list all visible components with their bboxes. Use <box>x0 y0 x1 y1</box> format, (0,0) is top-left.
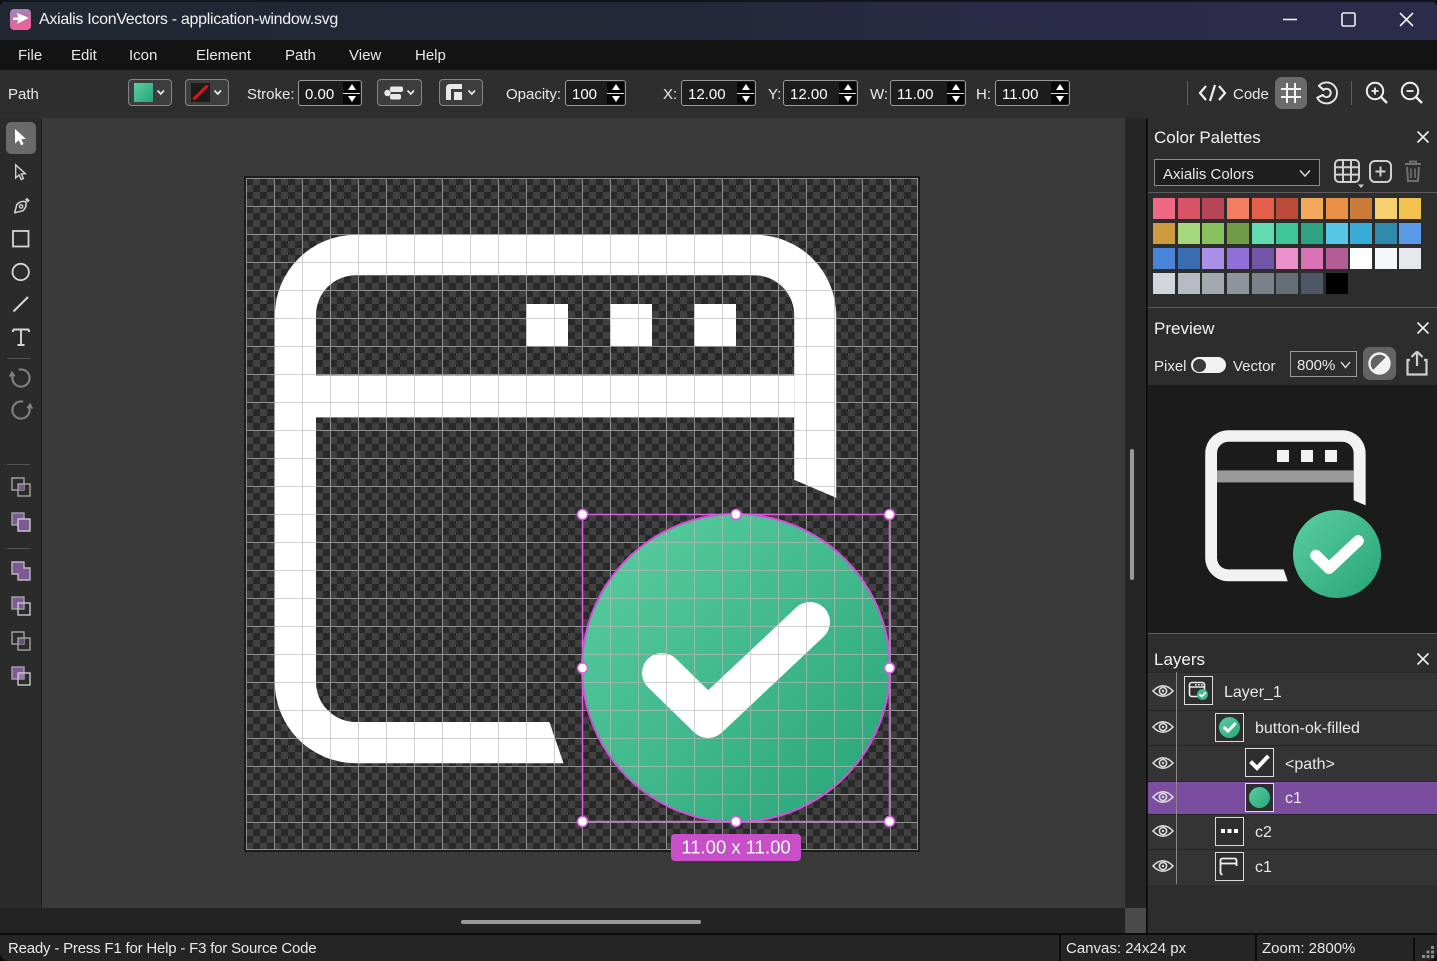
svg-text:11.00 x 11.00: 11.00 x 11.00 <box>681 837 790 858</box>
